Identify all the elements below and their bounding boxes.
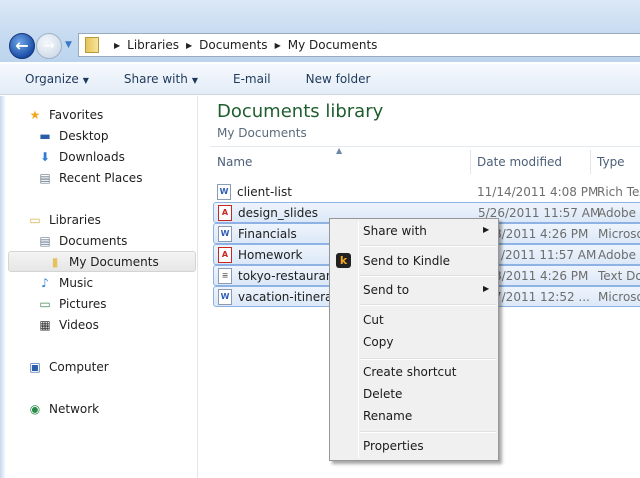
sidebar-item-label: My Documents — [69, 255, 159, 269]
library-subtitle: My Documents — [217, 126, 307, 140]
share-with-label: Share with — [123, 72, 188, 86]
library-title: Documents library — [217, 101, 384, 122]
sidebar-item-music[interactable]: ♪ Music — [37, 273, 93, 293]
word-file-icon: W — [218, 288, 232, 305]
videos-icon: ▦ — [39, 318, 51, 332]
breadcrumb-libraries[interactable]: Libraries — [127, 38, 179, 52]
file-date: 8/2011 4:26 PM — [494, 226, 589, 241]
menu-item-cut[interactable]: Cut — [363, 313, 384, 327]
file-type: Adobe A — [598, 205, 640, 220]
pdf-file-icon: A — [218, 246, 232, 263]
star-icon: ★ — [29, 108, 41, 122]
menu-item-copy[interactable]: Copy — [363, 335, 393, 349]
word-file-icon: W — [217, 183, 231, 200]
sidebar-item-pictures[interactable]: ▭ Pictures — [37, 294, 107, 314]
sidebar-item-documents[interactable]: ▤ Documents — [37, 231, 127, 251]
sidebar-item-label: Downloads — [59, 150, 125, 164]
computer-icon: ▣ — [29, 360, 41, 374]
pictures-icon: ▭ — [39, 297, 51, 311]
downloads-icon: ⬇ — [39, 150, 51, 164]
email-button[interactable]: E-mail — [233, 72, 271, 86]
file-date: /2011 11:57 AM — [501, 247, 597, 262]
recent-pages-dropdown[interactable]: ▼ — [65, 40, 72, 50]
file-type: Microso — [598, 226, 640, 241]
file-type: Microso — [598, 289, 640, 304]
sidebar-item-label: Pictures — [59, 297, 107, 311]
sidebar-item-libraries[interactable]: ▭ Libraries — [27, 210, 101, 230]
sort-ascending-icon: ▲ — [336, 146, 343, 155]
context-menu: Share with ▶ k Send to Kindle Send to ▶ Cu… — [329, 218, 499, 461]
kindle-icon: k — [336, 253, 351, 268]
recent-places-icon: ▤ — [39, 171, 51, 185]
organize-label: Organize — [25, 72, 79, 86]
command-bar: Organize ▼ Share with ▼ E-mail New folder — [0, 63, 640, 95]
file-date: 7/2011 12:52 ... — [494, 289, 590, 304]
column-header-date[interactable]: Date modified — [477, 155, 562, 169]
menu-item-share-with[interactable]: Share with ▶ — [363, 224, 489, 238]
pdf-file-icon: A — [218, 204, 232, 221]
file-type: Adobe A — [598, 247, 640, 262]
sidebar-item-label: Network — [49, 402, 100, 416]
file-name: client-list — [237, 184, 292, 199]
chevron-right-icon[interactable]: ▶ — [114, 41, 120, 50]
menu-item-create-shortcut[interactable]: Create shortcut — [363, 365, 456, 379]
sidebar-item-videos[interactable]: ▦ Videos — [37, 315, 99, 335]
sidebar-item-label: Favorites — [49, 108, 104, 122]
breadcrumb-my-documents[interactable]: My Documents — [288, 38, 378, 52]
music-icon: ♪ — [41, 276, 49, 290]
menu-item-send-to-kindle[interactable]: Send to Kindle — [363, 254, 450, 268]
txt-file-icon: ≡ — [218, 267, 232, 284]
sidebar-item-computer[interactable]: ▣ Computer — [27, 357, 109, 377]
back-arrow-icon: ← — [15, 36, 29, 55]
chevron-right-icon[interactable]: ▶ — [186, 41, 192, 50]
menu-item-delete[interactable]: Delete — [363, 387, 402, 401]
submenu-arrow-icon: ▶ — [483, 284, 490, 293]
chevron-down-icon: ▼ — [191, 76, 198, 85]
chevron-right-icon[interactable]: ▶ — [275, 41, 281, 50]
forward-arrow-icon: → — [43, 38, 55, 54]
back-button[interactable]: ← — [9, 33, 35, 59]
file-date: 8/2011 4:26 PM — [494, 268, 589, 283]
sidebar-item-my-documents[interactable]: ▮ My Documents — [47, 252, 159, 272]
sidebar-item-label: Desktop — [59, 129, 109, 143]
chevron-down-icon: ▼ — [82, 76, 89, 85]
sidebar-item-label: Computer — [49, 360, 109, 374]
file-type: Text Doc — [598, 268, 640, 283]
label: Share with — [363, 224, 427, 238]
column-header-name[interactable]: Name — [217, 155, 252, 169]
breadcrumb-documents[interactable]: Documents — [199, 38, 267, 52]
sidebar-item-network[interactable]: ◉ Network — [27, 399, 99, 419]
sidebar-item-label: Music — [59, 276, 94, 290]
new-folder-button[interactable]: New folder — [306, 72, 371, 86]
sidebar-item-favorites[interactable]: ★ Favorites — [27, 105, 104, 125]
sidebar-item-downloads[interactable]: ⬇ Downloads — [37, 147, 125, 167]
sidebar-item-recent-places[interactable]: ▤ Recent Places — [37, 168, 142, 188]
menu-item-send-to[interactable]: Send to ▶ — [363, 283, 489, 297]
desktop-icon: ▬ — [39, 129, 51, 143]
network-icon: ◉ — [29, 402, 41, 416]
file-date: 11/14/2011 4:08 PM — [477, 184, 599, 199]
sidebar-item-label: Documents — [59, 234, 128, 248]
word-file-icon: W — [218, 225, 232, 242]
sidebar-item-label: Libraries — [49, 213, 101, 227]
folder-icon — [85, 37, 99, 53]
address-bar[interactable]: ▶ Libraries ▶ Documents ▶ My Documents — [78, 33, 640, 57]
file-type: Rich Tex — [597, 184, 640, 199]
label: Send to — [363, 283, 410, 297]
libraries-icon: ▭ — [29, 213, 41, 227]
sidebar-item-label: Videos — [59, 318, 99, 332]
organize-button[interactable]: Organize ▼ — [25, 72, 89, 86]
share-with-button[interactable]: Share with ▼ — [124, 72, 198, 86]
forward-button[interactable]: → — [36, 33, 62, 59]
column-header-type[interactable]: Type — [597, 155, 625, 169]
sidebar-item-label: Recent Places — [59, 171, 143, 185]
documents-icon: ▤ — [39, 234, 51, 248]
sidebar-item-desktop[interactable]: ▬ Desktop — [37, 126, 109, 146]
menu-item-properties[interactable]: Properties — [363, 439, 424, 453]
file-row[interactable]: Wclient-list 11/14/2011 4:08 PMRich Tex — [213, 181, 640, 202]
menu-item-rename[interactable]: Rename — [363, 409, 412, 423]
folder-icon: ▮ — [51, 255, 59, 269]
submenu-arrow-icon: ▶ — [483, 225, 490, 234]
